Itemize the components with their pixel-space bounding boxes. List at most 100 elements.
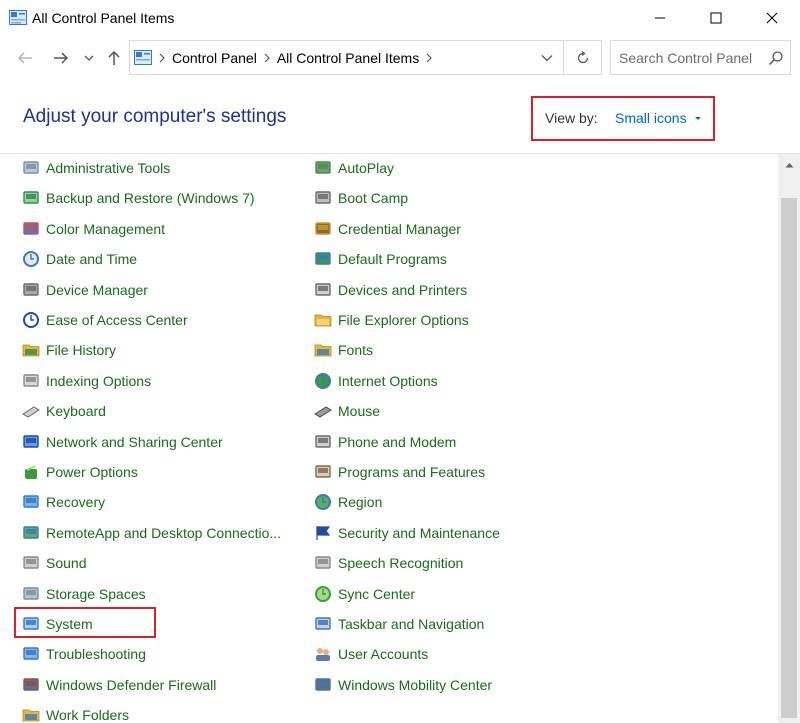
control-panel-item-user-accounts[interactable]: User Accounts xyxy=(314,643,428,665)
item-label: Storage Spaces xyxy=(46,585,146,602)
dropdown-caret-icon[interactable] xyxy=(695,117,701,120)
minimize-button[interactable] xyxy=(632,0,688,36)
control-panel-item-sync-center[interactable]: Sync Center xyxy=(314,583,415,605)
work-folders-icon xyxy=(22,709,40,722)
search-input[interactable] xyxy=(619,49,759,66)
autoplay-icon xyxy=(315,161,331,174)
control-panel-item-color-management[interactable]: Color Management xyxy=(22,218,165,240)
control-panel-item-storage-spaces[interactable]: Storage Spaces xyxy=(22,583,146,605)
close-button[interactable] xyxy=(744,0,800,36)
control-panel-item-phone-and-modem[interactable]: Phone and Modem xyxy=(314,431,456,453)
window-title: All Control Panel Items xyxy=(32,10,175,26)
breadcrumb-separator[interactable] xyxy=(152,53,172,63)
control-panel-item-troubleshooting[interactable]: Troubleshooting xyxy=(22,643,146,665)
item-label: Backup and Restore (Windows 7) xyxy=(46,190,255,207)
address-bar[interactable]: Control Panel All Control Panel Items xyxy=(129,40,602,75)
control-panel-item-ease-of-access-center[interactable]: Ease of Access Center xyxy=(22,309,188,331)
breadcrumb-all-items[interactable]: All Control Panel Items xyxy=(277,50,419,66)
control-panel-item-region[interactable]: Region xyxy=(314,491,382,513)
forward-button[interactable] xyxy=(50,46,72,70)
up-button[interactable] xyxy=(104,46,124,70)
back-button[interactable] xyxy=(14,46,36,70)
chevron-right-icon xyxy=(264,53,270,62)
control-panel-item-device-manager[interactable]: Device Manager xyxy=(22,279,148,301)
fonts-icon xyxy=(314,344,332,357)
scroll-thumb[interactable] xyxy=(781,198,797,718)
control-panel-item-file-history[interactable]: File History xyxy=(22,339,116,361)
breadcrumb-control-panel[interactable]: Control Panel xyxy=(172,50,257,66)
control-panel-item-network-and-sharing-center[interactable]: Network and Sharing Center xyxy=(22,431,223,453)
control-panel-item-file-explorer-options[interactable]: File Explorer Options xyxy=(314,309,469,331)
scroll-up-arrow-icon xyxy=(785,163,793,168)
breadcrumb-separator[interactable] xyxy=(419,53,439,63)
maximize-button[interactable] xyxy=(688,0,744,36)
item-label: Power Options xyxy=(46,464,138,480)
item-label: Region xyxy=(338,494,383,511)
sync-icon xyxy=(315,585,331,602)
view-by-dropdown[interactable]: Small icons xyxy=(615,110,687,126)
device-manager-icon xyxy=(23,282,39,296)
control-panel-item-system[interactable]: System xyxy=(22,613,93,635)
forward-arrow-icon xyxy=(54,52,69,64)
control-panel-item-programs-and-features[interactable]: Programs and Features xyxy=(314,461,485,483)
control-panel-item-devices-and-printers[interactable]: Devices and Printers xyxy=(314,279,467,301)
control-panel-item-administrative-tools[interactable]: Administrative Tools xyxy=(22,157,170,179)
scroll-up-button[interactable] xyxy=(778,154,800,176)
search-icon xyxy=(768,51,783,66)
control-panel-item-internet-options[interactable]: Internet Options xyxy=(314,370,438,392)
item-label: Fonts xyxy=(338,342,374,359)
control-panel-item-windows-defender-firewall[interactable]: Windows Defender Firewall xyxy=(22,674,216,696)
control-panel-item-backup-and-restore-windows-7[interactable]: Backup and Restore (Windows 7) xyxy=(22,187,255,209)
taskbar-icon xyxy=(315,617,331,630)
control-panel-item-remoteapp-and-desktop-connectio[interactable]: RemoteApp and Desktop Connectio... xyxy=(22,522,281,544)
view-by-label: View by: xyxy=(545,110,598,126)
up-arrow-icon xyxy=(108,50,120,65)
item-label: Credential Manager xyxy=(338,220,461,237)
title-bar: All Control Panel Items xyxy=(0,0,800,36)
troubleshooting-icon xyxy=(23,647,39,661)
ease-of-access-icon xyxy=(23,312,39,328)
system-icon xyxy=(23,617,39,630)
control-panel-item-windows-mobility-center[interactable]: Windows Mobility Center xyxy=(314,674,492,696)
control-panel-item-keyboard[interactable]: Keyboard xyxy=(22,400,106,422)
back-arrow-icon xyxy=(17,52,32,64)
control-panel-item-speech-recognition[interactable]: Speech Recognition xyxy=(314,552,463,574)
breadcrumb-separator[interactable] xyxy=(257,53,277,63)
item-label: Devices and Printers xyxy=(338,281,468,298)
control-panel-item-work-folders[interactable]: Work Folders xyxy=(22,704,129,723)
item-label: Troubleshooting xyxy=(46,646,146,663)
control-panel-item-default-programs[interactable]: Default Programs xyxy=(314,248,447,270)
control-panel-item-date-and-time[interactable]: Date and Time xyxy=(22,248,137,270)
item-label: Sync Center xyxy=(338,585,416,602)
chevron-right-icon xyxy=(426,53,433,62)
control-panel-item-boot-camp[interactable]: Boot Camp xyxy=(314,187,408,209)
search-box[interactable] xyxy=(610,40,791,75)
control-panel-item-credential-manager[interactable]: Credential Manager xyxy=(314,218,461,240)
item-label: Speech Recognition xyxy=(338,555,464,572)
item-label: Date and Time xyxy=(46,251,138,268)
control-panel-item-recovery[interactable]: Recovery xyxy=(22,491,105,513)
control-panel-item-indexing-options[interactable]: Indexing Options xyxy=(22,370,151,392)
phone-icon xyxy=(315,434,331,448)
control-panel-item-autoplay[interactable]: AutoPlay xyxy=(314,157,394,179)
keyboard-icon xyxy=(22,406,40,418)
item-label: AutoPlay xyxy=(338,160,395,176)
control-panel-item-mouse[interactable]: Mouse xyxy=(314,400,380,422)
item-label: Network and Sharing Center xyxy=(46,433,223,450)
recent-locations-button[interactable] xyxy=(82,46,96,70)
clock-icon xyxy=(23,251,39,268)
close-icon xyxy=(766,12,778,24)
vertical-scrollbar[interactable] xyxy=(778,154,800,723)
address-history-button[interactable] xyxy=(533,41,561,74)
item-label: Programs and Features xyxy=(338,464,486,480)
control-panel-item-fonts[interactable]: Fonts xyxy=(314,339,373,361)
item-label: Recovery xyxy=(46,494,106,511)
control-panel-item-security-and-maintenance[interactable]: Security and Maintenance xyxy=(314,522,500,544)
file-history-icon xyxy=(22,344,40,357)
control-panel-item-taskbar-and-navigation[interactable]: Taskbar and Navigation xyxy=(314,613,484,635)
control-panel-item-power-options[interactable]: Power Options xyxy=(22,461,138,483)
refresh-button[interactable] xyxy=(563,41,601,74)
item-label: Sound xyxy=(46,555,87,572)
control-panel-item-sound[interactable]: Sound xyxy=(22,552,86,574)
item-label: Boot Camp xyxy=(338,190,409,207)
